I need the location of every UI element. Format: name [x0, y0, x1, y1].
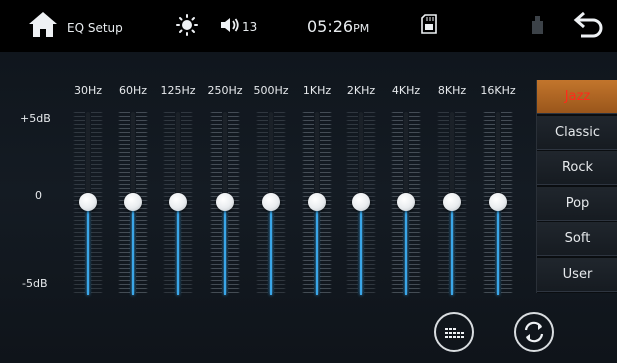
- level-label-bottom: -5dB: [22, 277, 48, 290]
- usb-icon: [532, 16, 543, 34]
- slider-knob[interactable]: [124, 192, 142, 211]
- sd-card-icon: [421, 14, 437, 34]
- page-title: EQ Setup: [67, 21, 123, 35]
- slider-knob[interactable]: [262, 192, 280, 211]
- clock: 05:26PM: [307, 17, 369, 36]
- equalizer-icon: [445, 328, 464, 338]
- home-icon[interactable]: [28, 10, 58, 38]
- slider-knob[interactable]: [352, 192, 370, 211]
- clock-ampm: PM: [353, 22, 370, 35]
- band-label: 125Hz: [160, 84, 196, 97]
- eq-slider[interactable]: [346, 112, 376, 295]
- eq-slider[interactable]: [73, 112, 103, 295]
- eq-slider[interactable]: [118, 112, 148, 295]
- slider-fill: [451, 201, 453, 295]
- volume-level: 13: [242, 20, 258, 34]
- slider-fill: [316, 201, 318, 295]
- slider-fill: [224, 201, 226, 295]
- eq-slider[interactable]: [437, 112, 467, 295]
- reset-button[interactable]: [514, 312, 554, 352]
- slider-fill: [177, 201, 179, 295]
- eq-slider[interactable]: [163, 112, 193, 295]
- band-label: 500Hz: [253, 84, 289, 97]
- slider-knob[interactable]: [216, 192, 234, 211]
- equalizer-button[interactable]: [434, 312, 474, 352]
- slider-fill: [405, 201, 407, 295]
- preset-list: Jazz Classic Rock Pop Soft User: [536, 80, 617, 293]
- slider-knob[interactable]: [169, 192, 187, 211]
- eq-slider[interactable]: [210, 112, 240, 295]
- status-bar: EQ Setup 13 05:26PM: [0, 0, 617, 52]
- slider-knob[interactable]: [443, 192, 461, 211]
- preset-rock[interactable]: Rock: [537, 151, 617, 185]
- level-label-top: +5dB: [20, 112, 51, 125]
- band-label: 2KHz: [346, 84, 376, 97]
- eq-slider[interactable]: [302, 112, 332, 295]
- clock-time: 05:26: [307, 17, 354, 36]
- slider-fill: [497, 201, 499, 295]
- slider-fill: [360, 201, 362, 295]
- slider-knob[interactable]: [79, 192, 97, 211]
- slider-knob[interactable]: [489, 192, 507, 211]
- band-label: 30Hz: [73, 84, 103, 97]
- back-icon[interactable]: [573, 11, 603, 39]
- volume-icon[interactable]: [220, 16, 240, 34]
- eq-slider[interactable]: [391, 112, 421, 295]
- slider-fill: [132, 201, 134, 295]
- band-label: 16KHz: [480, 84, 516, 97]
- reset-icon: [524, 321, 544, 343]
- brightness-icon[interactable]: [176, 14, 198, 36]
- band-label: 1KHz: [302, 84, 332, 97]
- preset-user[interactable]: User: [537, 257, 617, 292]
- band-label: 8KHz: [437, 84, 467, 97]
- level-label-mid: 0: [35, 189, 42, 202]
- eq-slider[interactable]: [256, 112, 286, 295]
- slider-fill: [87, 201, 89, 295]
- band-label: 4KHz: [391, 84, 421, 97]
- band-label: 250Hz: [207, 84, 243, 97]
- band-label: 60Hz: [118, 84, 148, 97]
- preset-classic[interactable]: Classic: [537, 115, 617, 150]
- eq-slider[interactable]: [483, 112, 513, 295]
- preset-soft[interactable]: Soft: [537, 222, 617, 256]
- slider-fill: [270, 201, 272, 295]
- preset-pop[interactable]: Pop: [537, 186, 617, 221]
- slider-knob[interactable]: [397, 192, 415, 211]
- eq-screen: EQ Setup 13 05:26PM +5dB 0 -5dB Jazz Cla…: [0, 0, 617, 363]
- preset-jazz[interactable]: Jazz: [537, 80, 617, 114]
- slider-knob[interactable]: [308, 192, 326, 211]
